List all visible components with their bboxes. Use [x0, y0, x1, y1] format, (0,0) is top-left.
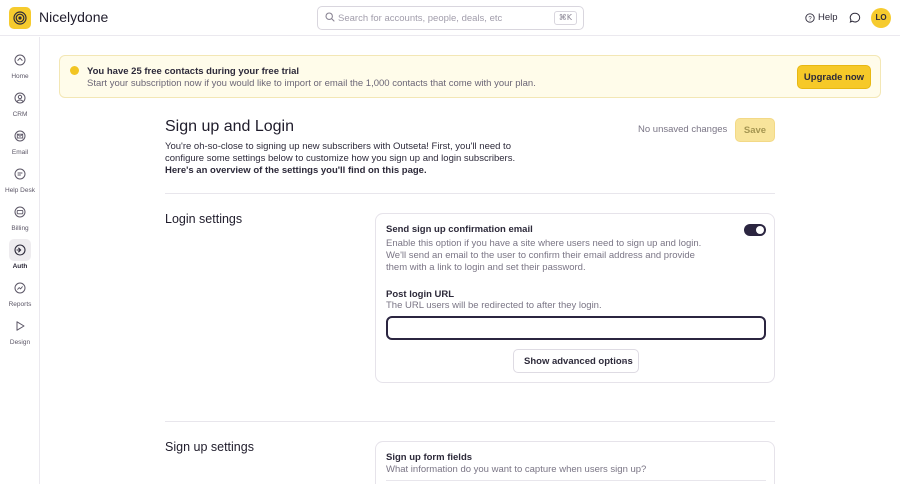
intro-bold-text: Here's an overview of the settings you'l… — [165, 165, 427, 176]
advanced-options-label: Show advanced options — [524, 355, 633, 367]
confirm-email-title: Send sign up confirmation email — [386, 224, 533, 235]
banner-message: Start your subscription now if you would… — [87, 78, 536, 89]
sidebar-item-email[interactable]: Email — [0, 125, 40, 161]
sidebar-item-label: Home — [11, 73, 29, 80]
sidebar-item-crm[interactable]: CRM — [0, 87, 40, 123]
post-login-url-description: The URL users will be redirected to afte… — [386, 300, 602, 311]
login-settings-card: Send sign up confirmation email Enable t… — [375, 213, 775, 383]
post-login-url-title: Post login URL — [386, 289, 455, 300]
home-icon — [14, 54, 26, 66]
page-title: Sign up and Login — [165, 118, 294, 135]
brand-name: Nicelydone — [39, 9, 109, 25]
signup-settings-title: Sign up settings — [165, 440, 254, 454]
card-divider — [386, 480, 766, 481]
intro-text: You're oh-so-close to signing up new sub… — [165, 141, 516, 164]
signup-form-fields-description: What information do you want to capture … — [386, 464, 647, 475]
trial-banner: You have 25 free contacts during your fr… — [59, 55, 881, 98]
show-advanced-options-button[interactable]: Show advanced options — [513, 349, 639, 373]
signup-settings-card: Sign up form fields What information do … — [375, 441, 775, 484]
auth-icon — [14, 244, 26, 256]
upgrade-button[interactable]: Upgrade now — [797, 65, 871, 89]
help-button[interactable]: ? Help — [805, 12, 838, 23]
design-icon — [16, 321, 25, 331]
crm-icon — [14, 92, 26, 104]
brand-logo-icon[interactable] — [9, 7, 31, 29]
section-divider — [165, 421, 775, 422]
search-icon — [325, 12, 335, 22]
sidebar-item-design[interactable]: Design — [0, 315, 40, 351]
chevron-down-icon — [621, 359, 628, 363]
help-label: Help — [818, 12, 838, 23]
sidebar-item-label: Billing — [11, 225, 29, 232]
global-search[interactable]: ⌘K — [317, 6, 584, 30]
sidebar-item-label: Help Desk — [5, 187, 35, 194]
help-icon: ? — [805, 12, 815, 23]
sidebar: Home CRM Email Help Desk Billing Auth Re… — [0, 37, 40, 484]
confirm-email-toggle[interactable] — [744, 224, 766, 236]
user-avatar[interactable]: LO — [871, 8, 891, 28]
top-bar: Nicelydone ⌘K ? Help LO — [0, 0, 900, 36]
section-divider — [165, 193, 775, 194]
toggle-knob — [756, 226, 764, 234]
sidebar-item-help-desk[interactable]: Help Desk — [0, 163, 40, 199]
page-intro: You're oh-so-close to signing up new sub… — [165, 141, 525, 177]
email-icon — [14, 130, 26, 142]
save-status: No unsaved changes — [638, 124, 728, 135]
save-button[interactable]: Save — [735, 118, 775, 142]
sidebar-item-billing[interactable]: Billing — [0, 201, 40, 237]
help-desk-icon — [14, 168, 26, 180]
sidebar-item-label: Reports — [8, 301, 32, 308]
sidebar-item-reports[interactable]: Reports — [0, 277, 40, 313]
confirm-email-description: Enable this option if you have a site wh… — [386, 238, 702, 273]
sidebar-item-label: CRM — [12, 111, 28, 118]
signup-form-fields-title: Sign up form fields — [386, 452, 473, 463]
banner-title: You have 25 free contacts during your fr… — [87, 66, 300, 77]
info-icon — [70, 66, 79, 75]
sidebar-item-label: Auth — [12, 263, 28, 270]
search-input[interactable] — [338, 10, 548, 26]
chat-icon[interactable] — [849, 12, 861, 24]
post-login-url-input[interactable] — [386, 316, 766, 340]
sidebar-item-home[interactable]: Home — [0, 49, 40, 85]
sidebar-item-auth[interactable]: Auth — [0, 239, 40, 275]
sidebar-item-label: Email — [11, 149, 29, 156]
login-settings-title: Login settings — [165, 212, 243, 226]
search-shortcut-badge: ⌘K — [553, 11, 577, 25]
billing-icon — [14, 206, 26, 218]
reports-icon — [14, 282, 26, 294]
sidebar-item-label: Design — [9, 339, 31, 346]
